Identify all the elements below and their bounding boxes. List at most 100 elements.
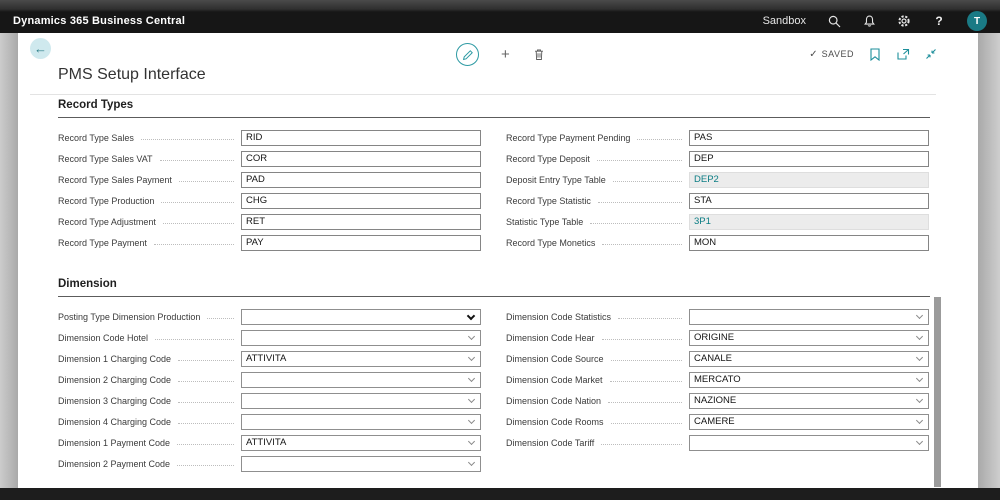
chevron-down-icon [466,311,476,320]
field-row-dimension-code-rooms: Dimension Code Rooms CAMERE [506,411,929,432]
edit-pencil-button[interactable] [456,43,479,66]
back-button[interactable]: ← [30,38,51,59]
dot-leader [608,402,682,403]
record-type-sales-input[interactable] [241,129,481,146]
dimension-2-charging-code-select[interactable] [241,371,481,388]
chevron-down-icon [467,416,476,425]
settings-gear-icon[interactable] [897,14,911,28]
help-icon[interactable]: ? [932,14,946,28]
field-label: Record Type Sales Payment [58,174,172,185]
dimension-code-nation-select[interactable]: NAZIONE [689,392,929,409]
field-label: Dimension 2 Charging Code [58,374,172,385]
dimension-right-column: Dimension Code Statistics Dimension Code… [506,306,929,474]
dot-leader [618,318,682,319]
field-row-dimension-code-tariff: Dimension Code Tariff [506,432,929,453]
field-label: Statistic Type Table [506,216,584,227]
dot-leader [161,202,234,203]
dimension-code-hear-select[interactable]: ORIGINE [689,329,929,346]
top-navigation-bar: Dynamics 365 Business Central Sandbox ? … [0,0,1000,33]
record-types-right-column: Record Type Payment Pending Record Type … [506,127,929,253]
dot-leader [610,423,682,424]
section-title[interactable]: Dimension [58,278,930,297]
field-row-dimension-code-hear: Dimension Code Hear ORIGINE [506,327,929,348]
field-row-dimension-code-statistics: Dimension Code Statistics [506,306,929,327]
field-label: Dimension Code Market [506,374,603,385]
field-label: Dimension Code Hear [506,332,595,343]
dimension-code-statistics-select[interactable] [689,308,929,325]
record-type-payment-pending-input[interactable] [689,129,929,146]
dot-leader [612,181,682,182]
dimension-1-charging-code-select[interactable]: ATTIVITA [241,350,481,367]
field-label: Dimension Code Rooms [506,416,604,427]
save-status-cluster: ✓ SAVED [809,47,938,61]
notifications-bell-icon[interactable] [862,14,876,28]
dot-leader [590,223,682,224]
page-content: ← + ✓ SAVED PMS Setup Interface Record T… [18,33,978,488]
field-row-dimension-code-hotel: Dimension Code Hotel [58,327,481,348]
field-row-record-type-monetics: Record Type Monetics [506,232,929,253]
record-type-deposit-input[interactable] [689,150,929,167]
record-type-adjustment-input[interactable] [241,213,481,230]
check-icon: ✓ [809,48,818,60]
collapse-arrows-icon[interactable] [924,47,938,61]
posting-type-dimension-production-select[interactable] [241,308,481,325]
section-title[interactable]: Record Types [58,99,930,118]
field-label: Dimension 4 Charging Code [58,416,172,427]
dot-leader [609,381,682,382]
delete-trash-button[interactable] [532,48,546,62]
field-row-dimension-4-charging-code: Dimension 4 Charging Code [58,411,481,432]
environment-badge[interactable]: Sandbox [763,15,806,27]
dot-leader [140,139,234,140]
dot-leader [178,381,234,382]
dot-leader [178,360,234,361]
user-avatar[interactable]: T [967,11,987,31]
dimension-code-source-select[interactable]: CANALE [689,350,929,367]
dot-leader [178,423,234,424]
chevron-down-icon [915,395,924,404]
dot-leader [637,139,682,140]
dot-leader [153,244,234,245]
record-type-sales-vat-input[interactable] [241,150,481,167]
vertical-scrollbar[interactable] [934,297,941,487]
record-type-statistic-input[interactable] [689,192,929,209]
app-title[interactable]: Dynamics 365 Business Central [13,15,185,27]
field-label: Dimension 3 Charging Code [58,395,172,406]
chevron-down-icon [915,332,924,341]
dot-leader [177,444,234,445]
field-row-statistic-type-table: Statistic Type Table 3P1 [506,211,929,232]
dot-leader [159,160,234,161]
dot-leader [610,360,682,361]
field-label: Record Type Payment [58,237,147,248]
search-icon[interactable] [827,14,841,28]
dimension-4-charging-code-select[interactable] [241,413,481,430]
dimension-code-market-select[interactable]: MERCATO [689,371,929,388]
dot-leader [178,402,234,403]
statistic-type-table-link[interactable]: 3P1 [694,216,711,227]
open-in-new-window-icon[interactable] [896,47,910,61]
field-row-dimension-1-payment-code: Dimension 1 Payment Code ATTIVITA [58,432,481,453]
record-type-payment-input[interactable] [241,234,481,251]
field-row-dimension-1-charging-code: Dimension 1 Charging Code ATTIVITA [58,348,481,369]
statistic-type-table-field: 3P1 [689,213,929,230]
bookmark-icon[interactable] [868,47,882,61]
field-row-record-type-sales: Record Type Sales [58,127,481,148]
dot-leader [597,202,682,203]
dimension-code-tariff-select[interactable] [689,434,929,451]
dimension-code-rooms-select[interactable]: CAMERE [689,413,929,430]
field-row-dimension-code-market: Dimension Code Market MERCATO [506,369,929,390]
new-plus-button[interactable]: + [501,47,510,62]
field-row-record-type-deposit: Record Type Deposit [506,148,929,169]
dimension-2-payment-code-select[interactable] [241,455,481,472]
dimension-code-hotel-select[interactable] [241,329,481,346]
record-type-production-input[interactable] [241,192,481,209]
dot-leader [207,318,234,319]
field-row-posting-type-dimension-production: Posting Type Dimension Production [58,306,481,327]
dimension-1-payment-code-select[interactable]: ATTIVITA [241,434,481,451]
deposit-entry-type-table-link[interactable]: DEP2 [694,174,719,185]
chevron-down-icon [915,353,924,362]
record-type-sales-payment-input[interactable] [241,171,481,188]
header-divider [30,94,936,95]
dimension-3-charging-code-select[interactable] [241,392,481,409]
record-type-monetics-input[interactable] [689,234,929,251]
field-label: Dimension Code Tariff [506,437,595,448]
